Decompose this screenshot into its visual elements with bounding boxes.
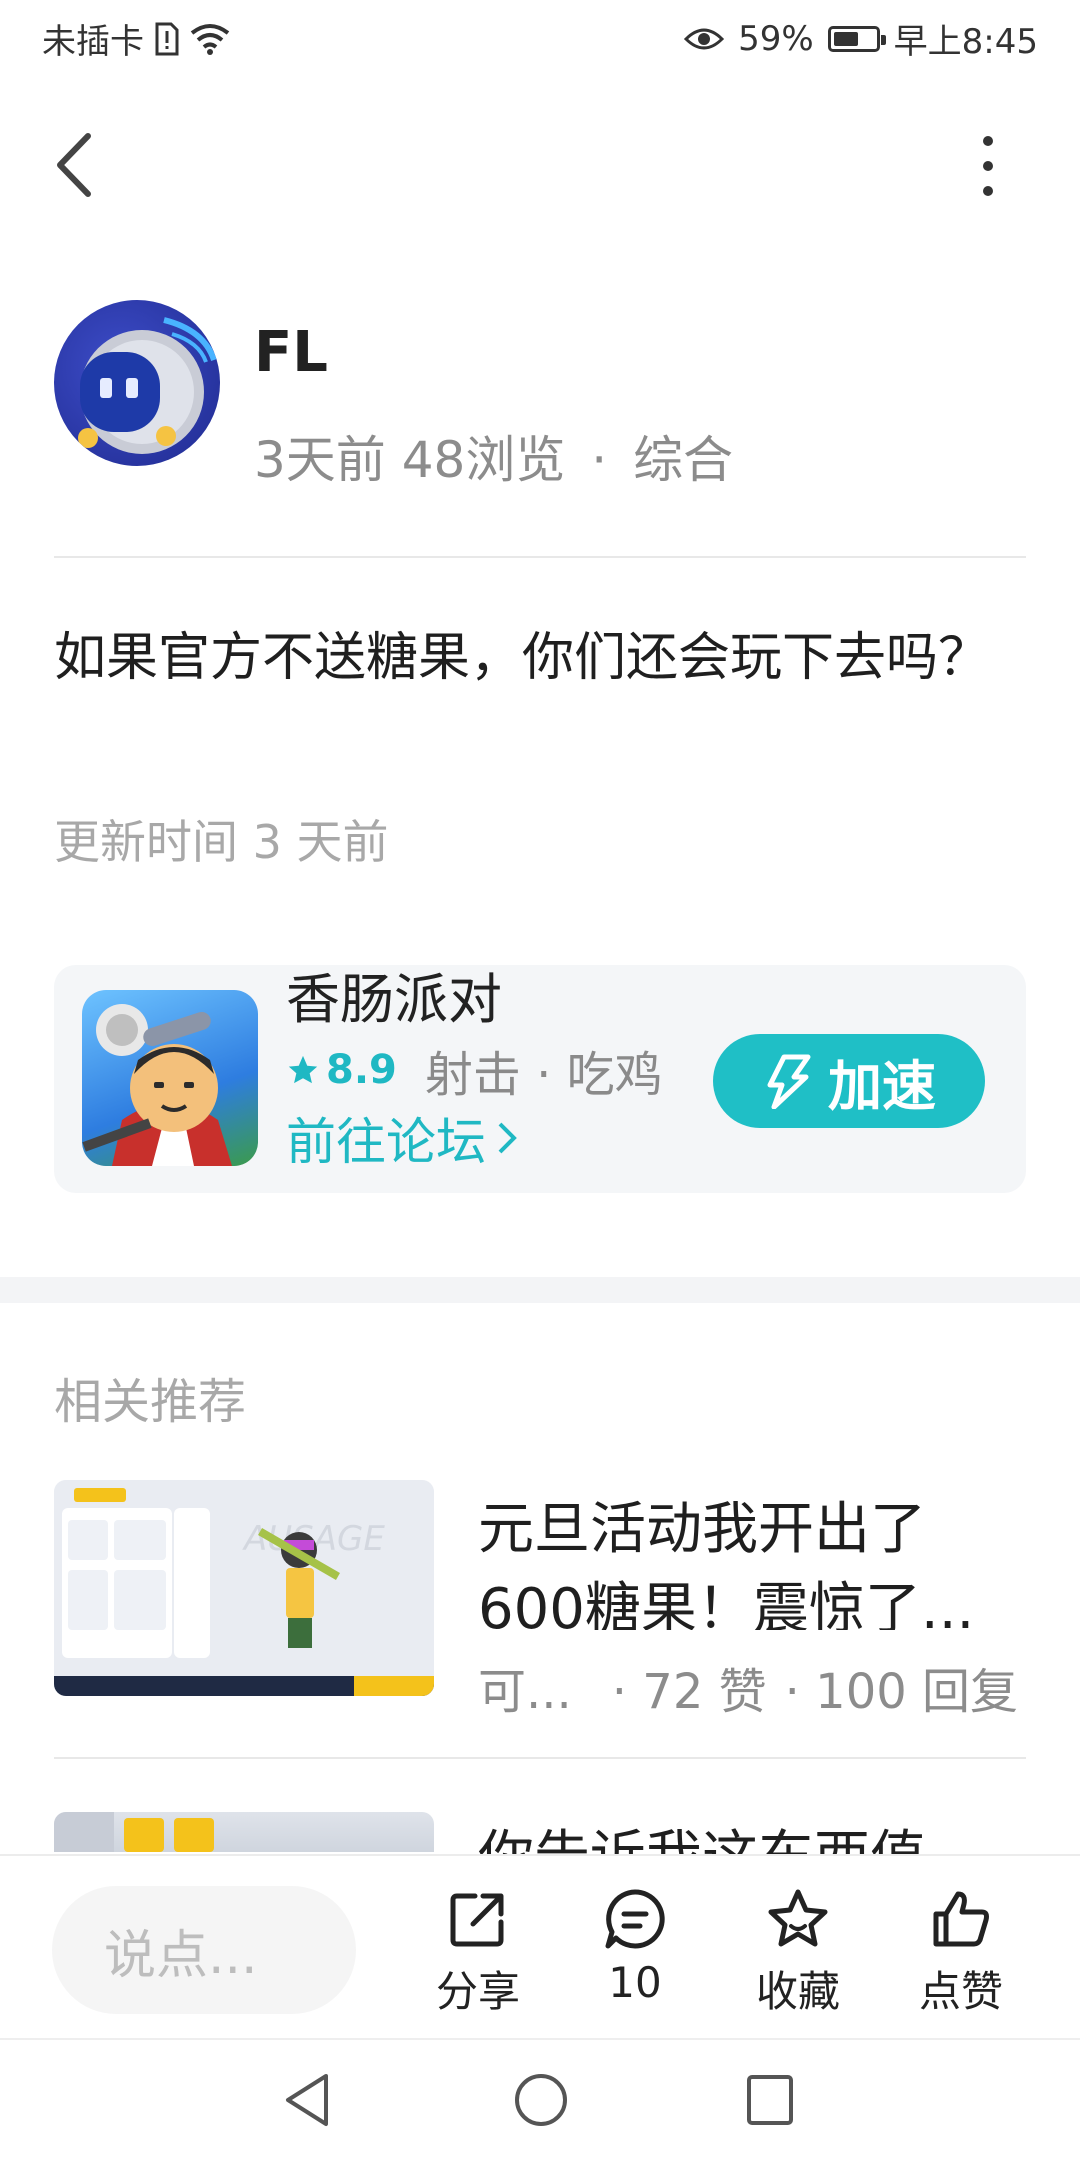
related-thumbnail[interactable]: AUSAGE: [54, 1480, 434, 1696]
clock: 早上8:45: [893, 22, 1038, 62]
game-info: 8.9 射击 · 吃鸡: [286, 1035, 663, 1105]
wifi-icon: [190, 23, 230, 55]
forum-link[interactable]: 前往论坛: [286, 1102, 518, 1174]
battery-fill: [833, 31, 858, 46]
accelerate-label: 加速: [828, 1054, 936, 1118]
post-meta: 3天前 48浏览 · 综合: [254, 420, 733, 492]
post-time: 3天前: [254, 431, 386, 489]
back-arrow-icon[interactable]: [52, 130, 100, 200]
related-item-title[interactable]: 你告诉我这东西值: [478, 1818, 1026, 1854]
post-views: 48浏览: [401, 431, 566, 489]
rating-value: 8.9: [326, 1047, 397, 1093]
nav-recents-icon[interactable]: [746, 2074, 794, 2126]
game-icon[interactable]: [82, 990, 258, 1166]
divider: [54, 1757, 1026, 1759]
related-title: 相关推荐: [54, 1374, 247, 1430]
game-tags: 射击 · 吃鸡: [424, 1047, 663, 1103]
share-icon: [450, 1893, 504, 1947]
meta-separator: ·: [591, 431, 608, 489]
star-icon: [288, 1055, 318, 1084]
forum-link-label: 前往论坛: [286, 1113, 486, 1171]
system-nav-bar: [0, 2038, 1080, 2162]
game-name[interactable]: 香肠派对: [286, 955, 502, 1034]
thumbs-up-icon: [933, 1891, 989, 1947]
sim-alert-icon: [155, 22, 179, 55]
nav-home-icon[interactable]: [513, 2072, 569, 2128]
comments-button[interactable]: 10: [560, 1886, 710, 2007]
accelerate-button[interactable]: 加速: [713, 1034, 985, 1128]
section-separator: [0, 1277, 1080, 1303]
status-left: 未插卡: [42, 14, 230, 63]
carrier-text: 未插卡: [42, 22, 144, 62]
more-options-icon[interactable]: [968, 136, 1008, 196]
game-rating: 8.9: [286, 1047, 397, 1093]
nav-back-icon[interactable]: [282, 2072, 332, 2128]
share-button[interactable]: 分享: [403, 1886, 553, 2019]
lightning-icon: [767, 1054, 811, 1109]
eye-comfort-icon: [684, 28, 725, 49]
status-bar: 未插卡 59% 早上8:45: [0, 0, 1080, 76]
collect-button[interactable]: 收藏: [723, 1886, 873, 2019]
related-item-replies: · 100 回复: [784, 1664, 1019, 1720]
share-label: 分享: [435, 1967, 520, 2016]
status-right: 59% 早上8:45: [684, 14, 1038, 63]
update-time: 更新时间 3 天前: [54, 815, 389, 869]
battery-icon: [827, 25, 886, 52]
related-item-meta: 可... · 72 赞 · 100 回复: [478, 1652, 1026, 1722]
collect-label: 收藏: [755, 1967, 840, 2016]
post-category: 综合: [633, 431, 734, 489]
related-item-author: 可...: [478, 1664, 572, 1720]
author-name[interactable]: FL: [254, 320, 328, 385]
comment-icon: [605, 1889, 665, 1949]
chevron-right-icon: [498, 1122, 517, 1154]
like-label: 点赞: [918, 1967, 1003, 2016]
related-item-title[interactable]: 元旦活动我开出了600糖果！震惊了...: [478, 1490, 1026, 1630]
related-item-likes: · 72 赞: [611, 1664, 767, 1720]
avatar[interactable]: [54, 300, 220, 466]
post-content: 如果官方不送糖果，你们还会玩下去吗？: [54, 628, 991, 688]
battery-percent: 59%: [738, 18, 814, 59]
related-thumbnail[interactable]: [54, 1812, 434, 1852]
star-outline-icon: [768, 1889, 828, 1947]
comment-input[interactable]: 说点...: [52, 1886, 356, 2014]
comments-count: 10: [608, 1958, 662, 2007]
like-button[interactable]: 点赞: [886, 1886, 1036, 2019]
divider: [54, 556, 1026, 558]
